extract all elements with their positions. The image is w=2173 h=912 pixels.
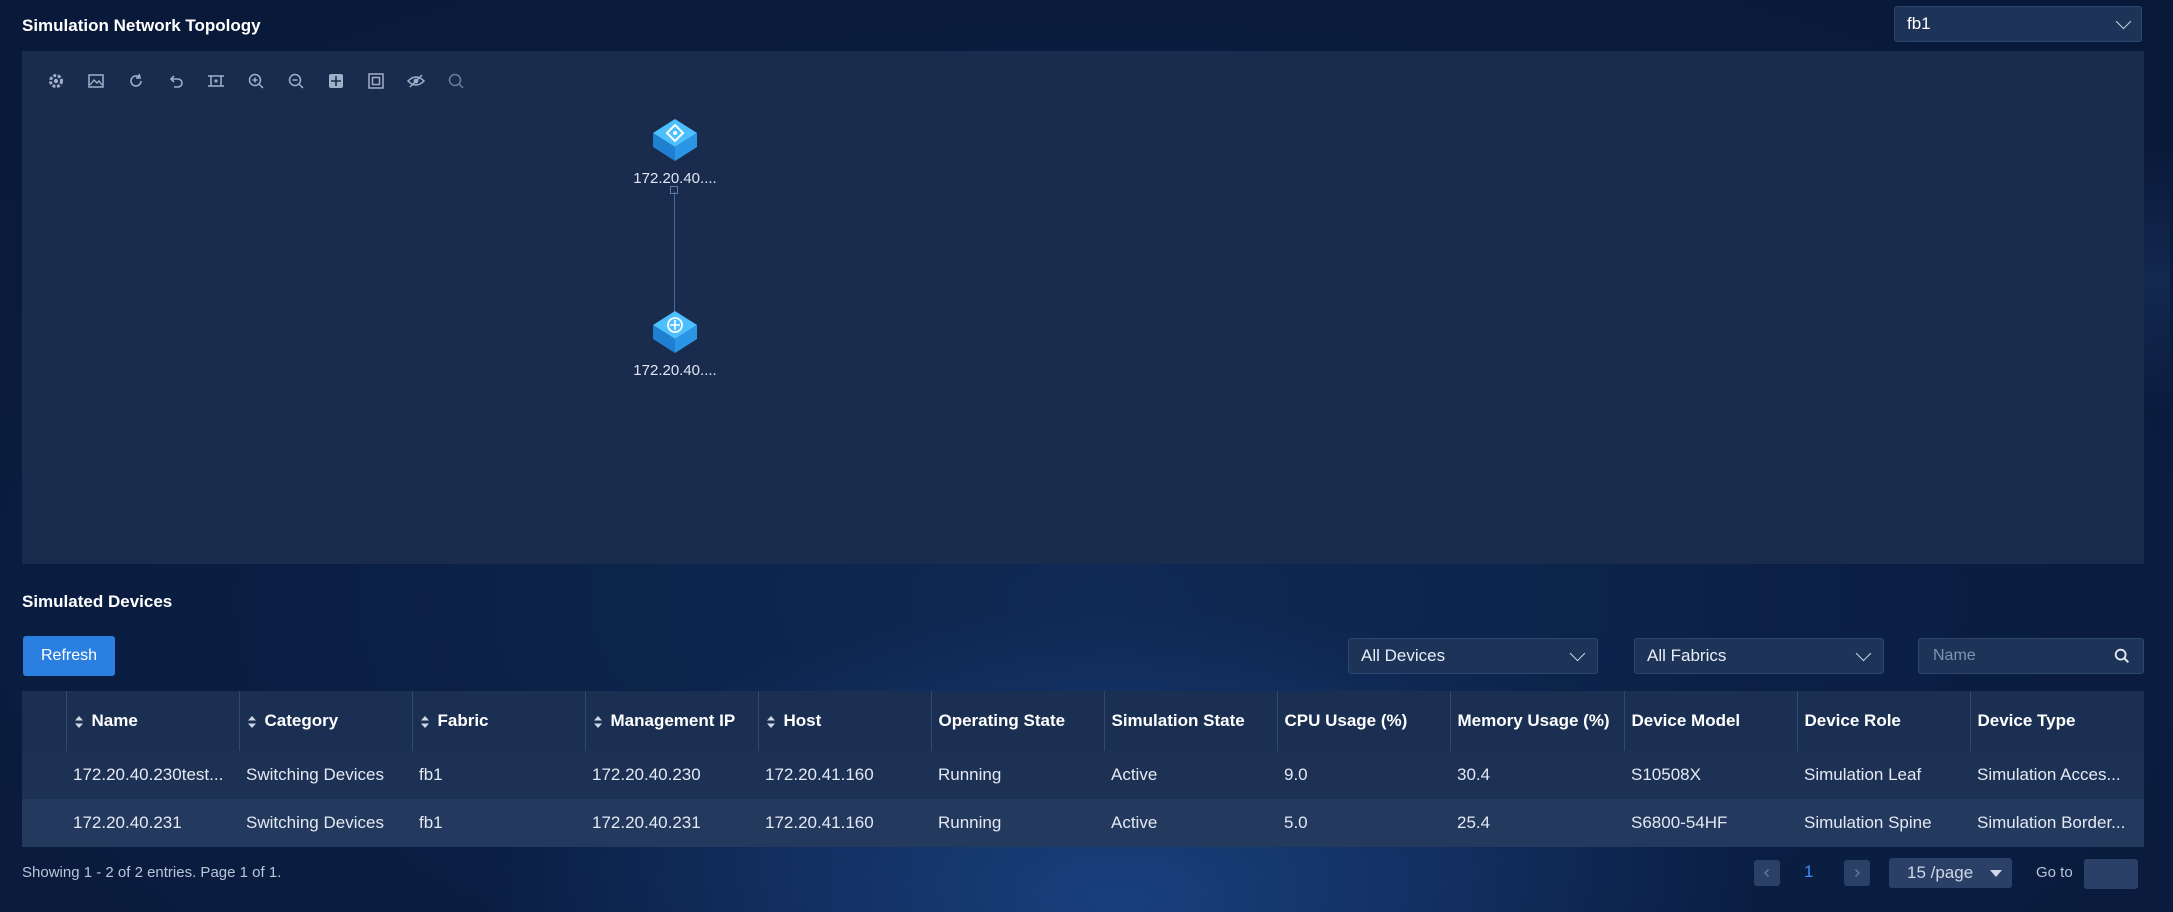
prev-page-button[interactable] (1754, 860, 1780, 886)
fabric-select[interactable]: fb1 (1894, 6, 2142, 42)
settings-icon[interactable] (36, 69, 76, 93)
hide-icon[interactable] (396, 69, 436, 93)
chevron-down-icon (1855, 645, 1872, 661)
zoom-in-icon[interactable] (236, 69, 276, 93)
sort-icon[interactable] (420, 715, 430, 729)
cell-cpu-usage: 5.0 (1284, 813, 1308, 832)
table-row[interactable]: 172.20.40.230test... Switching Devices f… (22, 751, 2144, 799)
table-header-row: Name Category Fabric Management IP Host … (22, 691, 2144, 751)
select-column (22, 691, 66, 751)
device-filter-value: All Devices (1361, 646, 1446, 665)
cell-fabric: fb1 (419, 813, 443, 832)
column-header-simulation-state: Simulation State (1103, 691, 1277, 751)
chevron-down-icon (2115, 13, 2132, 29)
cell-management-ip: 172.20.40.231 (592, 813, 701, 832)
fabric-filter-value: All Fabrics (1647, 646, 1727, 665)
refresh-button[interactable]: Refresh (23, 636, 115, 676)
sort-icon[interactable] (766, 715, 776, 729)
cell-fabric: fb1 (419, 765, 443, 784)
goto-page-input[interactable] (2084, 859, 2138, 889)
column-header-fabric[interactable]: Fabric (411, 691, 585, 751)
fullscreen-icon[interactable] (356, 69, 396, 93)
cell-simulation-state: Active (1111, 813, 1158, 832)
chevron-down-icon (1569, 645, 1586, 661)
column-header-management-ip[interactable]: Management IP (584, 691, 758, 751)
next-page-button[interactable] (1844, 860, 1870, 886)
cell-management-ip: 172.20.40.230 (592, 765, 701, 784)
chevron-left-icon (1763, 868, 1770, 878)
cell-simulation-state: Active (1111, 765, 1158, 784)
device-filter-select[interactable]: All Devices (1348, 638, 1598, 674)
pagination-summary: Showing 1 - 2 of 2 entries. Page 1 of 1. (22, 864, 282, 881)
topology-toolbar (36, 69, 476, 93)
cell-category: Switching Devices (246, 813, 384, 832)
page-size-select[interactable]: 15 /page (1889, 858, 2012, 888)
switch-icon (653, 119, 697, 161)
undo-icon[interactable] (156, 69, 196, 93)
fabric-filter-select[interactable]: All Fabrics (1634, 638, 1884, 674)
page-size-value: 15 /page (1907, 863, 1974, 882)
cell-operating-state: Running (938, 765, 1002, 784)
refresh-icon[interactable] (116, 69, 156, 93)
column-header-memory-usage: Memory Usage (%) (1449, 691, 1624, 751)
cell-category: Switching Devices (246, 765, 384, 784)
column-header-device-type: Device Type (1969, 691, 2144, 751)
cell-device-type: Simulation Acces... (1977, 765, 2121, 784)
layout-icon[interactable] (316, 69, 356, 93)
column-header-device-role: Device Role (1796, 691, 1970, 751)
cell-host: 172.20.41.160 (765, 765, 874, 784)
column-header-operating-state: Operating State (930, 691, 1104, 751)
search-icon[interactable] (2113, 647, 2131, 665)
search-icon[interactable] (436, 69, 476, 93)
cell-device-model: S6800-54HF (1631, 813, 1728, 832)
fabric-select-value: fb1 (1907, 14, 1931, 33)
search-input[interactable] (1931, 646, 2105, 666)
topology-canvas[interactable]: 172.20.40.... 172.20.40.... (22, 51, 2144, 564)
devices-table: Name Category Fabric Management IP Host … (22, 691, 2144, 847)
column-header-name[interactable]: Name (65, 691, 239, 751)
table-row[interactable]: 172.20.40.231 Switching Devices fb1 172.… (22, 799, 2144, 847)
cell-operating-state: Running (938, 813, 1002, 832)
switch-icon (653, 311, 697, 353)
column-header-host[interactable]: Host (757, 691, 931, 751)
topology-node-spine[interactable]: 172.20.40.... (620, 117, 730, 187)
page-title: Simulation Network Topology (22, 16, 261, 35)
sort-icon[interactable] (247, 715, 257, 729)
image-icon[interactable] (76, 69, 116, 93)
cell-host: 172.20.41.160 (765, 813, 874, 832)
sort-icon[interactable] (74, 715, 84, 729)
section-title: Simulated Devices (22, 592, 173, 611)
sort-icon[interactable] (593, 715, 603, 729)
node-label: 172.20.40.... (633, 170, 717, 187)
caret-down-icon (1990, 869, 2002, 877)
page-number[interactable]: 1 (1804, 862, 1813, 882)
cell-name: 172.20.40.231 (73, 813, 182, 832)
cell-name: 172.20.40.230test... (73, 765, 224, 784)
search-box (1918, 638, 2144, 674)
goto-label: Go to (2036, 864, 2073, 881)
cell-device-role: Simulation Leaf (1804, 765, 1922, 784)
chevron-right-icon (1854, 868, 1861, 878)
row-select-cell (22, 751, 66, 799)
zoom-out-icon[interactable] (276, 69, 316, 93)
fit-view-icon[interactable] (196, 69, 236, 93)
cell-memory-usage: 25.4 (1457, 813, 1491, 832)
cell-cpu-usage: 9.0 (1284, 765, 1308, 784)
cell-memory-usage: 30.4 (1457, 765, 1491, 784)
topology-link[interactable] (674, 192, 675, 316)
column-header-device-model: Device Model (1623, 691, 1797, 751)
column-header-category[interactable]: Category (238, 691, 412, 751)
cell-device-role: Simulation Spine (1804, 813, 1932, 832)
cell-device-model: S10508X (1631, 765, 1701, 784)
topology-port (670, 186, 678, 194)
topology-node-leaf[interactable]: 172.20.40.... (620, 309, 730, 379)
node-label: 172.20.40.... (633, 362, 717, 379)
cell-device-type: Simulation Border... (1977, 813, 2126, 832)
row-select-cell (22, 799, 66, 847)
column-header-cpu-usage: CPU Usage (%) (1276, 691, 1450, 751)
